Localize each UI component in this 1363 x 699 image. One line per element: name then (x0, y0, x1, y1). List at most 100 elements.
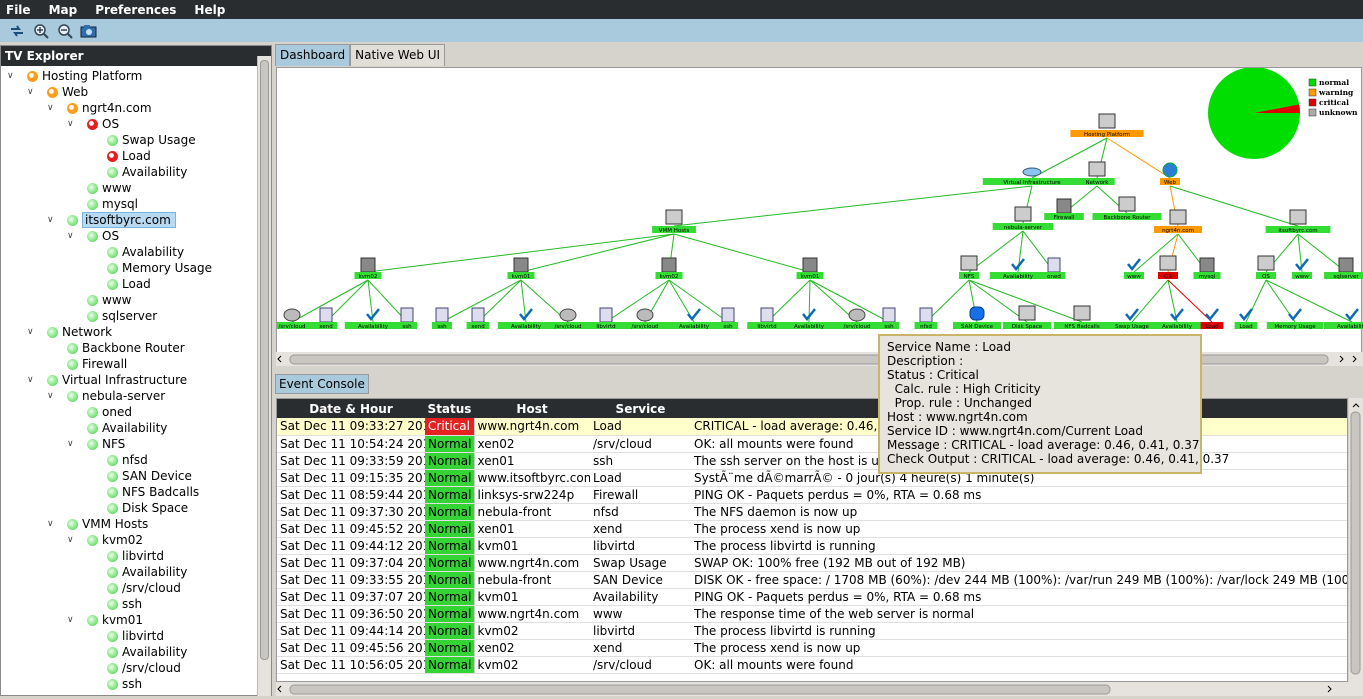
event-row[interactable]: Sat Dec 11 09:44:12 2010 Normal kvm01 libvi… (277, 537, 1347, 555)
col-host[interactable]: Host (474, 399, 590, 418)
legend-label: normal (1319, 78, 1349, 87)
tree-scrollbar[interactable] (257, 56, 271, 696)
tree-node[interactable]: NFS Badcalls (107, 484, 199, 500)
tab-dashboard[interactable]: Dashboard (275, 44, 351, 66)
expand-toggle-icon[interactable]: ∨ (7, 71, 14, 81)
tree-node[interactable]: Load (107, 276, 151, 292)
tree-node[interactable]: Firewall (67, 356, 127, 372)
tree-node[interactable]: libvirtd (107, 628, 164, 644)
tree-node[interactable]: ∨ Hosting Platform (7, 68, 142, 84)
tree-node[interactable]: ∨ Network (27, 324, 112, 340)
expand-toggle-icon[interactable]: ∨ (27, 375, 34, 385)
tree-node[interactable]: Load (107, 148, 151, 164)
menu-file[interactable]: File (0, 3, 37, 17)
expand-toggle-icon[interactable]: ∨ (67, 231, 74, 241)
tree-node[interactable]: libvirtd (107, 548, 164, 564)
tree-node[interactable]: ∨ Web (27, 84, 88, 100)
expand-toggle-icon[interactable]: ∨ (67, 615, 74, 625)
capture-icon[interactable] (80, 22, 98, 40)
console-hscrollbar[interactable] (276, 682, 1363, 696)
check-icon (1127, 258, 1141, 272)
tree-node[interactable]: www (87, 180, 131, 196)
col-service[interactable]: Service (590, 399, 691, 418)
tab-native-web-ui[interactable]: Native Web UI (350, 44, 446, 66)
expand-toggle-icon[interactable]: ∨ (47, 391, 54, 401)
server-icon (1199, 257, 1215, 273)
tree-node-label: ssh (122, 597, 143, 611)
expand-toggle-icon[interactable]: ∨ (47, 215, 54, 225)
expand-toggle-icon[interactable]: ∨ (27, 87, 34, 97)
event-row[interactable]: Sat Dec 11 09:37:30 2010 Normal nebula-fro… (277, 503, 1347, 521)
expand-toggle-icon[interactable]: ∨ (47, 103, 54, 113)
console-vscrollbar[interactable] (1349, 398, 1363, 682)
tree-node[interactable]: /srv/cloud (107, 580, 181, 596)
tree-node[interactable]: Availability (107, 164, 187, 180)
tree-node[interactable]: mysql (87, 196, 138, 212)
tree-node[interactable]: Avalability (107, 244, 184, 260)
tree-node[interactable]: Disk Space (107, 500, 188, 516)
event-row[interactable]: Sat Dec 11 10:56:05 2010 Normal kvm02/srv/… (277, 656, 1347, 674)
status-green-icon (107, 454, 118, 466)
tree-node[interactable]: ∨ kvm01 (67, 612, 143, 628)
menu-preferences[interactable]: Preferences (89, 3, 182, 17)
tree-node[interactable]: Availability (107, 644, 187, 660)
tree-node[interactable]: ∨ OS (67, 228, 119, 244)
event-host: xen02 (474, 435, 590, 453)
node-label: Memory Usage (1274, 324, 1316, 330)
tree-node[interactable]: nfsd (107, 452, 148, 468)
document-icon (721, 307, 735, 323)
tree-scroll-thumb[interactable] (260, 60, 269, 660)
expand-toggle-icon[interactable]: ∨ (67, 119, 74, 129)
event-row[interactable]: Sat Dec 11 09:45:56 2010 Normal xen02 xend T… (277, 639, 1347, 657)
event-row[interactable]: Sat Dec 11 09:37:04 2010 Normal www.ngrt4n… (277, 554, 1347, 572)
expand-toggle-icon[interactable]: ∨ (27, 327, 34, 337)
tree-node[interactable]: ∨ kvm02 (67, 532, 143, 548)
tree-node[interactable]: /srv/cloud (107, 660, 181, 676)
tree-node[interactable]: ssh (107, 676, 142, 692)
menu-help[interactable]: Help (188, 3, 231, 17)
zoom-in-icon[interactable] (32, 22, 50, 40)
tree-node[interactable]: Availability (107, 564, 187, 580)
tree-node-label: Availability (122, 165, 188, 179)
tree-node[interactable]: ∨ itsoftbyrc.com (47, 212, 176, 228)
tree-node[interactable]: Memory Usage (107, 260, 212, 276)
tree-node[interactable]: ∨ nebula-server (47, 388, 165, 404)
tree-node[interactable]: oned (87, 404, 132, 420)
tab-event-console[interactable]: Event Console (275, 374, 369, 394)
tooltip-line: Message : CRITICAL - load average: 0.46,… (887, 438, 1200, 452)
col-date[interactable]: Date & Hour (277, 399, 425, 418)
tree-node[interactable]: SAN Device (107, 468, 192, 484)
tree-node[interactable]: ∨ OS (67, 116, 119, 132)
event-row[interactable]: Sat Dec 11 09:37:07 2010 Normal kvm01 Avail… (277, 588, 1347, 606)
tree-node[interactable]: Availability (87, 420, 167, 436)
tree-node[interactable]: www (87, 292, 131, 308)
tree-node-label: VMM Hosts (82, 517, 149, 531)
expand-toggle-icon[interactable]: ∨ (67, 439, 74, 449)
tree-node[interactable]: ∨ Virtual Infrastructure (27, 372, 187, 388)
node-label: /srv/cloud (632, 324, 659, 330)
event-service: Load (590, 418, 691, 436)
event-row[interactable]: Sat Dec 11 09:45:52 2010 Normal xen01 xend T… (277, 520, 1347, 538)
event-row[interactable]: Sat Dec 11 08:59:44 2010 Normal linksys-sr… (277, 486, 1347, 504)
zoom-out-icon[interactable] (56, 22, 74, 40)
tree-node[interactable]: sqlserver (87, 308, 157, 324)
host-icon (665, 209, 683, 225)
expand-toggle-icon[interactable]: ∨ (47, 519, 54, 529)
refresh-icon[interactable] (8, 22, 26, 40)
event-row[interactable]: Sat Dec 11 09:44:14 2010 Normal kvm02 libvi… (277, 622, 1347, 640)
event-service: /srv/cloud (590, 435, 691, 453)
tree-node[interactable]: ssh (107, 596, 142, 612)
expand-toggle-icon[interactable]: ∨ (67, 535, 74, 545)
tree-node[interactable]: ∨ VMM Hosts (47, 516, 149, 532)
legend-label: critical (1319, 98, 1349, 107)
event-row[interactable]: Sat Dec 11 09:36:50 2010 Normal www.ngrt4n… (277, 605, 1347, 623)
service-tooltip: Service Name : Load Description : Status… (878, 334, 1229, 474)
tree-node[interactable]: ∨ ngrt4n.com (47, 100, 152, 116)
tree-node[interactable]: Backbone Router (67, 340, 185, 356)
col-status[interactable]: Status (425, 399, 474, 418)
event-status: Critical (425, 418, 475, 436)
tree-node[interactable]: ∨ NFS (67, 436, 125, 452)
menu-map[interactable]: Map (43, 3, 84, 17)
tree-node[interactable]: Swap Usage (107, 132, 196, 148)
event-row[interactable]: Sat Dec 11 09:33:55 2010 Normal nebula-fro… (277, 571, 1347, 589)
